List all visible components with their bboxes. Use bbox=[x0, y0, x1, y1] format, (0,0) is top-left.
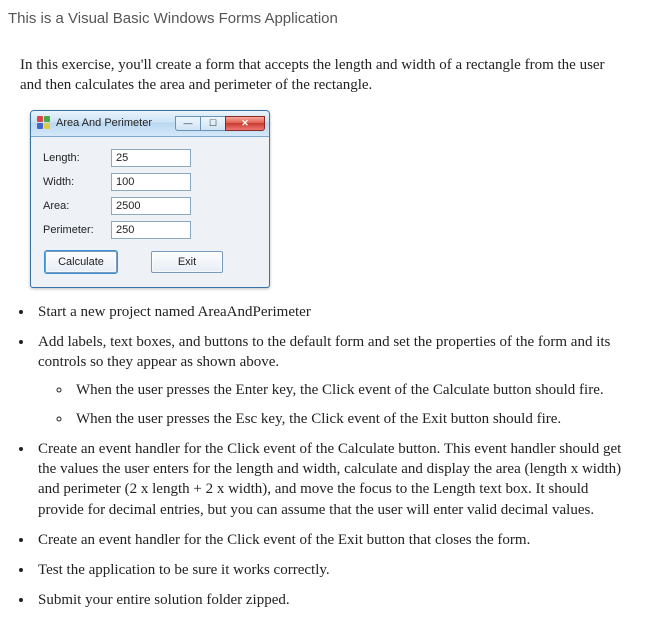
list-item: When the user presses the Esc key, the C… bbox=[72, 409, 631, 429]
list-item: Add labels, text boxes, and buttons to t… bbox=[34, 332, 631, 429]
minimize-button[interactable]: — bbox=[175, 116, 201, 131]
maximize-button[interactable]: ☐ bbox=[200, 116, 226, 131]
list-item: When the user presses the Enter key, the… bbox=[72, 380, 631, 400]
titlebar: Area And Perimeter — ☐ ✕ bbox=[31, 111, 269, 137]
calculate-button[interactable]: Calculate bbox=[45, 251, 117, 273]
instruction-sublist: When the user presses the Enter key, the… bbox=[72, 380, 631, 429]
window-title: Area And Perimeter bbox=[56, 117, 176, 129]
width-input[interactable] bbox=[111, 173, 191, 191]
length-label: Length: bbox=[43, 152, 111, 164]
instruction-list: Start a new project named AreaAndPerimet… bbox=[34, 302, 631, 611]
window-body: Length: Width: Area: Perimeter: Calculat… bbox=[31, 137, 269, 287]
intro-paragraph: In this exercise, you'll create a form t… bbox=[20, 55, 629, 96]
list-item: Test the application to be sure it works… bbox=[34, 560, 631, 580]
window-frame: Area And Perimeter — ☐ ✕ Length: Width: … bbox=[30, 110, 270, 288]
list-item: Create an event handler for the Click ev… bbox=[34, 439, 631, 520]
width-label: Width: bbox=[43, 176, 111, 188]
list-item: Create an event handler for the Click ev… bbox=[34, 530, 631, 550]
window-screenshot: Area And Perimeter — ☐ ✕ Length: Width: … bbox=[30, 110, 641, 288]
page-heading: This is a Visual Basic Windows Forms App… bbox=[8, 10, 641, 27]
close-button[interactable]: ✕ bbox=[225, 116, 265, 131]
exit-button[interactable]: Exit bbox=[151, 251, 223, 273]
perimeter-label: Perimeter: bbox=[43, 224, 111, 236]
list-item-text: Add labels, text boxes, and buttons to t… bbox=[38, 334, 610, 370]
list-item: Submit your entire solution folder zippe… bbox=[34, 590, 631, 610]
window-controls: — ☐ ✕ bbox=[176, 116, 265, 131]
app-icon bbox=[37, 116, 51, 130]
area-output bbox=[111, 197, 191, 215]
area-label: Area: bbox=[43, 200, 111, 212]
perimeter-output bbox=[111, 221, 191, 239]
list-item: Start a new project named AreaAndPerimet… bbox=[34, 302, 631, 322]
length-input[interactable] bbox=[111, 149, 191, 167]
